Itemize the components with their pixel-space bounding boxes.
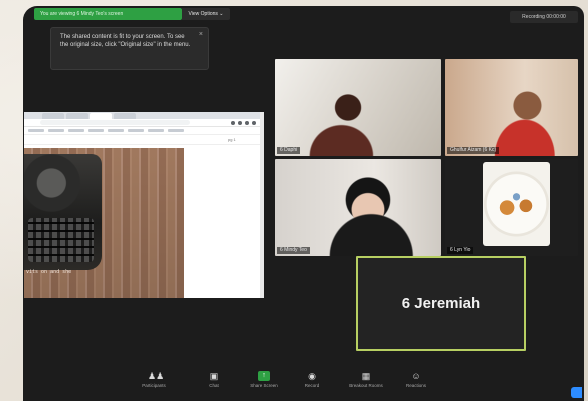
bookmark[interactable] xyxy=(168,129,184,132)
url-field[interactable] xyxy=(40,120,190,125)
shared-screen[interactable]: pg 1 vits on and she xyxy=(24,112,264,298)
share-screen-button[interactable]: ↑ Share Screen xyxy=(241,371,287,388)
shared-scrollbar[interactable] xyxy=(260,112,264,298)
virtual-background-plate xyxy=(483,162,550,246)
browser-tab-bar xyxy=(24,112,264,119)
chat-button[interactable]: ▣ Chat xyxy=(191,371,237,388)
share-screen-label: Share Screen xyxy=(250,383,278,388)
video-tile[interactable]: Ghulfur Aizam (6 Kc) xyxy=(445,59,578,156)
reactions-icon: ☺ xyxy=(411,371,421,381)
typewriter-photo: vits on and she xyxy=(24,148,184,298)
participant-name: 6 Mindy Teo xyxy=(277,247,310,254)
bookmark[interactable] xyxy=(108,129,124,132)
zoom-window: You are viewing 6 Mindy Teo's screen Vie… xyxy=(23,6,584,401)
bookmark[interactable] xyxy=(28,129,44,132)
bookmark[interactable] xyxy=(68,129,84,132)
reactions-label: Reactions xyxy=(405,383,426,388)
bookmark[interactable] xyxy=(88,129,104,132)
breakout-rooms-button[interactable]: ▦ Breakout Rooms xyxy=(343,371,389,388)
bookmark[interactable] xyxy=(48,129,64,132)
browser-extension-icons xyxy=(231,121,256,125)
bookmark[interactable] xyxy=(128,129,144,132)
end-meeting-corner-button[interactable] xyxy=(571,387,582,398)
breakout-rooms-icon: ▦ xyxy=(361,371,371,381)
page-indicator: pg 1 xyxy=(228,137,236,142)
participants-button[interactable]: ♟♟ Participants xyxy=(131,371,177,388)
participant-name: Ghulfur Aizam (6 Kc) xyxy=(447,147,500,154)
reactions-button[interactable]: ☺ Reactions xyxy=(393,371,439,388)
chat-icon: ▣ xyxy=(209,371,219,381)
participant-name: 6 Lyn Yio xyxy=(447,247,474,254)
participant-name: 6 Daphi xyxy=(277,147,301,154)
bookmark[interactable] xyxy=(148,129,164,132)
typewriter-keys xyxy=(28,218,94,262)
close-icon[interactable]: × xyxy=(199,31,203,39)
active-speaker-name: 6 Jeremiah xyxy=(401,295,481,312)
record-button[interactable]: ◉ Record xyxy=(289,371,335,388)
tooltip-text: The shared content is fit to your screen… xyxy=(60,34,191,48)
record-icon: ◉ xyxy=(308,371,316,381)
extension-icon[interactable] xyxy=(231,121,235,125)
document-toolbar: pg 1 xyxy=(24,135,264,145)
extension-icon[interactable] xyxy=(245,121,249,125)
breakout-rooms-label: Breakout Rooms xyxy=(349,383,383,388)
bookmarks-bar xyxy=(24,127,264,135)
profile-icon[interactable] xyxy=(252,121,256,125)
browser-address-bar xyxy=(24,119,264,127)
view-options-button[interactable]: View Options ⌄ xyxy=(182,8,230,20)
extension-icon[interactable] xyxy=(238,121,242,125)
fit-to-screen-tooltip: The shared content is fit to your screen… xyxy=(50,27,209,70)
video-tile[interactable]: 6 Mindy Teo xyxy=(275,159,441,256)
participants-icon: ♟♟ xyxy=(148,371,165,381)
active-speaker-tile[interactable]: 6 Jeremiah xyxy=(356,256,526,351)
meeting-toolbar: ♟♟ Participants ▣ Chat ↑ Share Screen ◉ … xyxy=(23,369,584,401)
plate-illustration xyxy=(493,186,540,222)
share-screen-icon: ↑ xyxy=(258,371,270,381)
record-label: Record xyxy=(304,383,320,388)
photo-caption: vits on and she xyxy=(26,269,72,275)
video-tile[interactable]: 6 Daphi xyxy=(275,59,441,156)
share-notice-pill[interactable]: You are viewing 6 Mindy Teo's screen xyxy=(34,8,182,20)
top-bar: You are viewing 6 Mindy Teo's screen Vie… xyxy=(23,6,584,24)
video-tile[interactable]: 6 Lyn Yio xyxy=(445,159,578,256)
typewriter-image xyxy=(24,154,102,270)
participants-label: Participants xyxy=(142,383,166,388)
recording-indicator[interactable]: Recording 00:00:00 xyxy=(510,11,578,23)
chat-label: Chat xyxy=(209,383,219,388)
